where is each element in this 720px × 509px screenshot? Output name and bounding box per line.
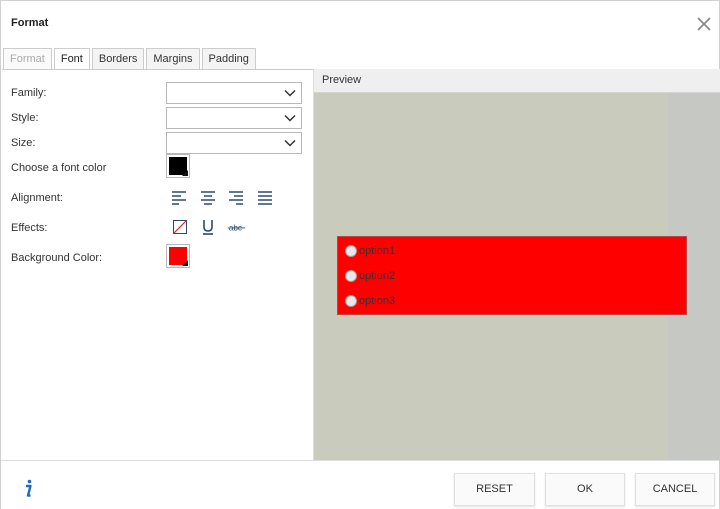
font-settings-panel: Family: Style: Size: Choose a font color: [2, 69, 313, 460]
radio-button[interactable]: [345, 270, 357, 282]
no-effect-icon[interactable]: [170, 217, 190, 237]
radio-option-2: option2: [345, 267, 395, 285]
size-select[interactable]: [166, 132, 302, 154]
style-row: Style:: [2, 107, 313, 131]
tab-padding[interactable]: Padding: [201, 48, 256, 69]
dropdown-corner-icon: [182, 260, 188, 266]
style-select[interactable]: [166, 107, 302, 129]
dropdown-corner-icon: [182, 170, 188, 176]
align-left-icon[interactable]: [169, 187, 189, 207]
background-color-picker[interactable]: [166, 244, 190, 268]
alignment-label: Alignment:: [11, 192, 63, 204]
effects-label: Effects:: [11, 222, 48, 234]
cancel-button[interactable]: CANCEL: [635, 473, 715, 506]
font-color-picker[interactable]: [166, 154, 190, 178]
tab-font[interactable]: Font: [53, 48, 90, 70]
reset-button[interactable]: RESET: [454, 473, 535, 506]
family-row: Family:: [2, 82, 313, 106]
preview-header: Preview: [314, 69, 720, 93]
radio-option-label: option3: [359, 295, 396, 307]
dialog-titlebar: Format: [1, 1, 719, 47]
dialog-footer: RESET OK CANCEL: [1, 460, 719, 509]
font-color-label: Choose a font color: [11, 162, 107, 174]
chevron-down-icon: [284, 114, 296, 122]
radio-button[interactable]: [345, 245, 357, 257]
preview-panel: Preview option1 option2 option3: [313, 69, 720, 460]
align-center-icon[interactable]: [198, 187, 218, 207]
tab-bar: Format Font Borders Margins Padding: [3, 48, 258, 70]
align-justify-icon[interactable]: [255, 187, 275, 207]
font-color-row: Choose a font color: [2, 154, 313, 181]
style-label: Style:: [11, 112, 39, 124]
radio-button[interactable]: [345, 295, 357, 307]
radio-option-label: option2: [359, 270, 396, 282]
background-color-label: Background Color:: [11, 252, 103, 264]
preview-canvas: option1 option2 option3: [314, 93, 720, 460]
alignment-row: Alignment:: [2, 187, 313, 211]
preview-radio-group: option1 option2 option3: [337, 236, 687, 315]
dialog-title: Format: [11, 17, 49, 29]
size-row: Size:: [2, 132, 313, 156]
radio-option-label: option1: [359, 245, 396, 257]
preview-title: Preview: [322, 74, 362, 86]
format-dialog: Format Format Font Borders Margins Paddi…: [0, 0, 720, 509]
radio-option-3: option3: [345, 292, 395, 310]
tab-margins[interactable]: Margins: [146, 48, 200, 69]
ok-button[interactable]: OK: [545, 473, 625, 506]
family-label: Family:: [11, 87, 47, 99]
info-icon[interactable]: [21, 478, 35, 498]
chevron-down-icon: [284, 89, 296, 97]
radio-option-1: option1: [345, 242, 395, 260]
align-right-icon[interactable]: [226, 187, 246, 207]
underline-icon[interactable]: [198, 217, 218, 237]
chevron-down-icon: [284, 139, 296, 147]
size-label: Size:: [11, 137, 36, 149]
family-select[interactable]: [166, 82, 302, 104]
close-icon[interactable]: [694, 14, 714, 34]
tab-format: Format: [3, 48, 52, 69]
effects-row: Effects: abc: [2, 217, 313, 241]
strikethrough-icon[interactable]: abc: [227, 217, 249, 237]
tab-borders[interactable]: Borders: [91, 48, 145, 69]
background-color-row: Background Color:: [2, 244, 313, 271]
